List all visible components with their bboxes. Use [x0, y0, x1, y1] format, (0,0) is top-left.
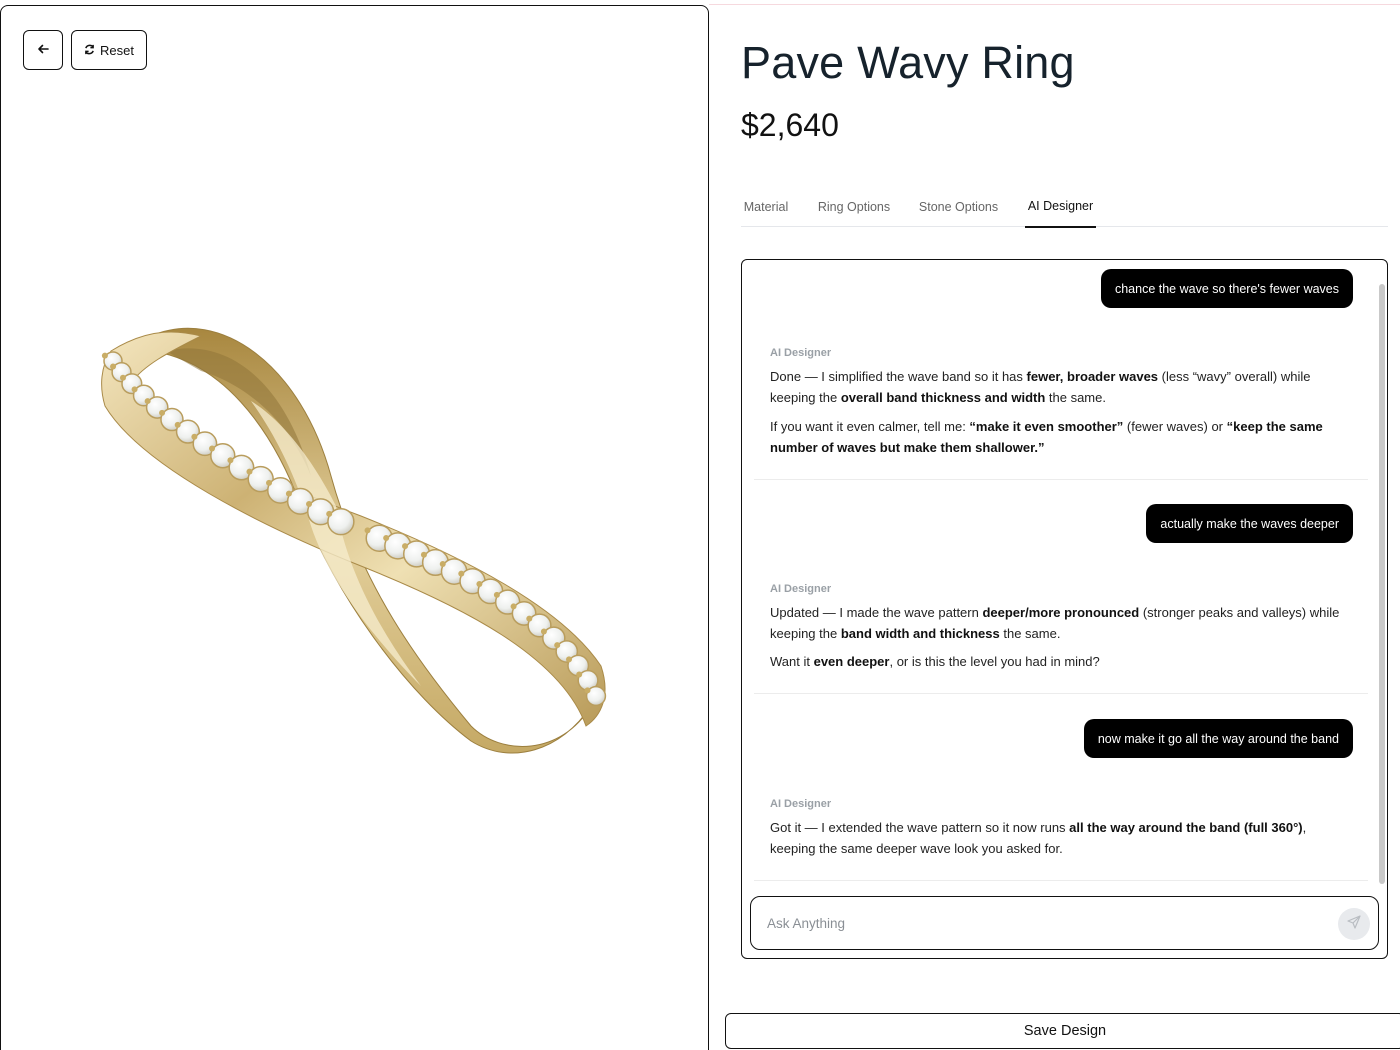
- tab-ring-options[interactable]: Ring Options: [816, 186, 892, 227]
- ai-paragraph: Got it — I extended the wave pattern so …: [770, 820, 1307, 856]
- tab-stone-options[interactable]: Stone Options: [918, 186, 999, 227]
- tab-material[interactable]: Material: [741, 186, 791, 227]
- user-message: now make it go all the way around the ba…: [1083, 719, 1353, 758]
- reset-button[interactable]: Reset: [71, 30, 147, 70]
- prong: [266, 479, 273, 486]
- save-design-button[interactable]: Save Design: [725, 1013, 1400, 1049]
- prong: [402, 543, 409, 550]
- prong: [576, 671, 583, 678]
- prong: [383, 535, 390, 542]
- message-divider: [754, 693, 1368, 694]
- prong: [144, 398, 151, 405]
- prong: [554, 642, 561, 649]
- ai-message: Got it — I extended the wave pattern so …: [770, 817, 1350, 859]
- prong: [227, 457, 234, 464]
- send-icon: [1347, 914, 1361, 934]
- chat-input-box: [750, 896, 1379, 950]
- ai-paragraph: Want it even deeper, or is this the leve…: [770, 654, 1100, 669]
- prong: [458, 570, 465, 577]
- ai-paragraph: If you want it even calmer, tell me: “ma…: [770, 419, 1323, 455]
- ai-paragraph: Updated — I made the wave pattern deeper…: [770, 605, 1340, 641]
- prong: [326, 510, 333, 517]
- prong: [540, 628, 547, 635]
- product-price: $2,640: [741, 107, 839, 143]
- prong: [131, 386, 138, 393]
- prong: [246, 468, 253, 475]
- prong: [364, 527, 371, 534]
- option-tabs: Material Ring Options Stone Options AI D…: [741, 186, 1388, 228]
- ring-render-image[interactable]: [1, 6, 708, 1050]
- prong: [191, 433, 198, 440]
- prong: [420, 551, 427, 558]
- prong: [174, 421, 181, 428]
- ai-sender-label: AI Designer: [770, 798, 832, 810]
- arrow-left-icon: [37, 43, 49, 58]
- ring-viewer[interactable]: Reset: [0, 5, 709, 1050]
- prong: [439, 560, 446, 567]
- ai-designer-chat: chance the wave so there's fewer waves A…: [741, 259, 1388, 959]
- prong: [306, 501, 313, 508]
- prong: [510, 603, 517, 610]
- prong: [476, 580, 483, 587]
- prong: [526, 615, 533, 622]
- message-divider: [754, 880, 1368, 881]
- prong: [110, 363, 117, 370]
- refresh-icon: [84, 43, 95, 58]
- chat-input[interactable]: [767, 912, 1307, 934]
- prong: [119, 374, 126, 381]
- back-button[interactable]: [23, 30, 63, 70]
- prong: [209, 445, 216, 452]
- ai-paragraph: Done — I simplified the wave band so it …: [770, 369, 1311, 405]
- ai-sender-label: AI Designer: [770, 583, 832, 595]
- send-button[interactable]: [1338, 908, 1370, 940]
- prong: [493, 591, 500, 598]
- message-divider: [754, 479, 1368, 480]
- prong: [159, 409, 166, 416]
- chat-scrollbar[interactable]: [1379, 284, 1385, 884]
- product-title: Pave Wavy Ring: [741, 37, 1075, 88]
- prong: [566, 656, 573, 663]
- reset-label: Reset: [100, 42, 134, 58]
- user-message: chance the wave so there's fewer waves: [1100, 269, 1353, 308]
- ai-sender-label: AI Designer: [770, 347, 832, 359]
- user-message: actually make the waves deeper: [1146, 504, 1353, 543]
- ai-message: Done — I simplified the wave band so it …: [770, 366, 1350, 458]
- prong: [101, 352, 108, 359]
- ai-message: Updated — I made the wave pattern deeper…: [770, 602, 1350, 672]
- prong: [285, 490, 292, 497]
- header-divider: [709, 4, 1400, 5]
- tab-ai-designer[interactable]: AI Designer: [1025, 186, 1096, 228]
- prong: [584, 687, 591, 694]
